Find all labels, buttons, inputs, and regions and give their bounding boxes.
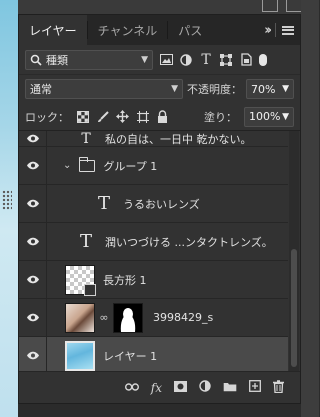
lock-transparent-pixels-icon[interactable] [76,110,89,123]
lock-artboard-icon[interactable] [136,110,149,123]
blend-mode-select[interactable]: 通常 ▼ [25,79,184,99]
layer-thumbnail [65,264,96,296]
filter-kind-select[interactable]: 種類 ▼ [25,49,153,70]
tab-label: パス [178,23,203,38]
fill-field[interactable]: 100% ▼ [244,106,294,127]
scrollbar-thumb[interactable] [291,249,297,367]
opacity-field[interactable]: 70% ▼ [246,79,294,99]
visibility-eye-icon[interactable] [19,261,47,298]
add-mask-icon[interactable] [174,380,187,395]
panel-menu-icon[interactable] [282,25,294,35]
smart-object-filter-icon[interactable] [239,53,253,67]
chevron-down-icon: ▼ [282,84,289,94]
blend-row: 通常 ▼ 不透明度： 70% ▼ [19,75,300,103]
panel-tab-bar: レイヤー チャンネル パス ›› [19,15,300,45]
layer-name: グループ 1 [103,159,158,173]
lock-label: ロック： [25,110,69,124]
layer-name: 私の自は、一日中 乾かない。 [105,132,252,146]
layers-list: T 私の自は、一日中 乾かない。 ⌄ グループ 1 T うるおいレンズ T 潤い… [19,131,288,371]
layer-row[interactable]: 長方形 1 [19,261,288,299]
image-filter-icon[interactable] [159,53,173,67]
layers-panel: レイヤー チャンネル パス ›› 種類 ▼ T 通常 ▼ 不透明度： 70% ▼… [18,14,301,404]
text-layer-icon: T [81,131,91,147]
chevron-down-icon[interactable]: ⌄ [63,160,71,171]
blend-mode-label: 通常 [30,83,52,96]
visibility-eye-icon[interactable] [19,337,47,371]
search-icon [30,54,42,66]
link-chain-icon[interactable]: ∞ [99,311,109,324]
chevron-down-icon: ▼ [141,54,148,65]
visibility-eye-icon[interactable] [19,185,47,222]
app-top-bar [0,0,319,14]
visibility-eye-icon[interactable] [19,299,47,336]
tab-label: チャンネル [97,23,158,38]
folder-icon [78,156,96,172]
tab-channels[interactable]: チャンネル [88,15,168,45]
tab-paths[interactable]: パス [168,15,212,45]
tool-button[interactable] [262,0,278,12]
fill-label: 塗り： [204,110,237,124]
visibility-eye-icon[interactable] [19,223,47,260]
opacity-value: 70% [251,82,276,96]
layer-row[interactable]: ∞ 3998429_s [19,299,288,337]
layer-name: 長方形 1 [103,273,147,287]
visibility-eye-icon[interactable] [19,131,47,146]
tab-layers[interactable]: レイヤー [19,15,87,45]
text-layer-icon: T [79,231,92,252]
lock-row: ロック： 塗り： 100% ▼ [19,103,300,131]
type-filter-icon[interactable]: T [199,52,213,68]
layer-name: 3998429_s [153,311,214,324]
visibility-eye-icon[interactable] [19,147,47,184]
scrollbar[interactable] [289,131,299,371]
side-dock [301,0,319,417]
document-canvas [0,0,18,417]
trash-icon[interactable] [273,379,284,396]
lock-image-pixels-icon[interactable] [96,110,109,123]
opacity-label: 不透明度： [187,83,243,96]
layer-thumbnail [65,340,95,371]
layer-row[interactable]: T 潤いつづける ...ンタクトレンズ。 [19,223,288,261]
layer-name: レイヤー 1 [103,349,158,363]
tab-label: レイヤー [29,23,77,38]
layer-row-selected[interactable]: レイヤー 1 [19,337,288,371]
layer-mask-thumbnail[interactable] [113,302,143,333]
filter-kind-label: 種類 [46,53,68,67]
fill-value: 100% [249,110,281,123]
text-layer-icon: T [97,193,110,214]
chevron-down-icon: ▼ [282,111,289,122]
adjustment-filter-icon[interactable] [179,53,193,67]
new-group-folder-icon[interactable] [223,381,237,395]
lock-position-icon[interactable] [116,110,129,123]
shape-filter-icon[interactable] [219,53,233,67]
layer-row[interactable]: T 私の自は、一日中 乾かない。 [19,131,288,147]
layer-name: 潤いつづける ...ンタクトレンズ。 [105,235,273,249]
layer-thumbnail [65,302,95,333]
lock-all-icon[interactable] [156,110,169,123]
layer-filter-row: 種類 ▼ T [19,45,300,75]
collapse-chevron-icon[interactable]: ›› [264,23,272,38]
chevron-down-icon: ▼ [171,84,179,94]
panel-footer: fx [19,371,300,403]
adjustment-layer-icon[interactable] [199,380,211,395]
tool-button[interactable] [286,0,302,12]
link-layers-icon[interactable] [124,381,139,394]
filter-toggle-icon[interactable] [259,53,267,66]
layer-row-group[interactable]: ⌄ グループ 1 [19,147,288,185]
layer-style-button[interactable]: fx [151,381,162,395]
layer-row[interactable]: T うるおいレンズ [19,185,288,223]
layer-name: うるおいレンズ [123,197,200,211]
shape-layer-icon [84,283,96,296]
new-layer-icon[interactable] [249,380,261,395]
